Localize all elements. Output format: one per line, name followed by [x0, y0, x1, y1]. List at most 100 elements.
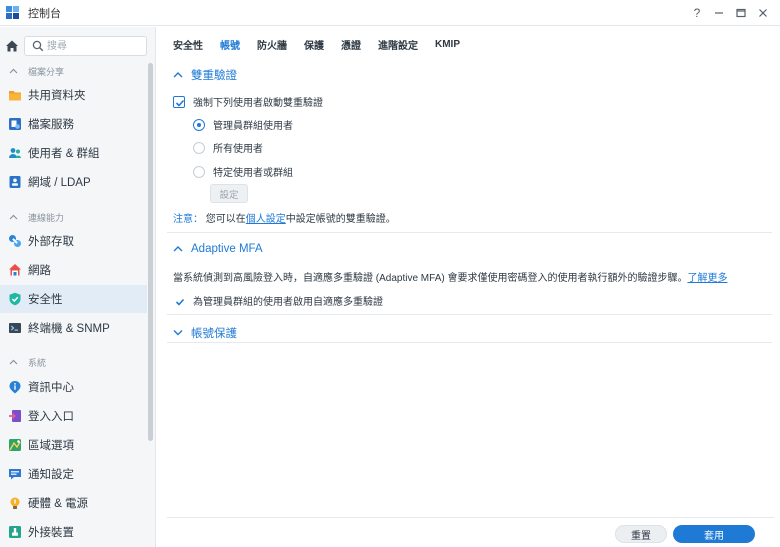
chevron-up-icon: [173, 244, 185, 255]
radio-button[interactable]: [193, 141, 205, 154]
section-divider: [167, 232, 772, 233]
personal-settings-link[interactable]: 個人設定: [246, 214, 286, 225]
sidebar-item-label: 外接裝置: [28, 527, 74, 539]
group-file-sharing[interactable]: 檔案分享: [0, 63, 150, 79]
radio-specific-users[interactable]: 特定使用者或群組: [193, 164, 293, 179]
section-title: 帳號保護: [191, 328, 237, 340]
external-access-icon: [8, 234, 22, 248]
sidebar-item-network[interactable]: 網路: [0, 256, 147, 284]
radio-label: 所有使用者: [213, 144, 263, 155]
group-system[interactable]: 系統: [0, 354, 150, 370]
tab-security[interactable]: 安全性: [173, 37, 203, 52]
regional-icon: [8, 438, 22, 452]
chevron-up-icon: [9, 212, 19, 222]
terminal-icon: [8, 321, 22, 335]
chevron-up-icon: [9, 357, 19, 367]
maximize-button[interactable]: [730, 2, 752, 24]
apply-button[interactable]: 套用: [673, 525, 755, 543]
note-text: 您可以在: [205, 214, 246, 225]
sidebar-item-label: 登入入口: [28, 411, 74, 423]
sidebar-item-login-portal[interactable]: 登入入口: [0, 402, 147, 430]
tab-account[interactable]: 帳號: [220, 37, 240, 52]
sidebar-item-file-services[interactable]: 檔案服務: [0, 110, 147, 138]
file-services-icon: [8, 117, 22, 131]
tab-certificate[interactable]: 憑證: [341, 37, 361, 52]
enforce-2fa-checkbox[interactable]: [173, 95, 185, 108]
search-box: [24, 36, 147, 56]
section-header-2fa[interactable]: 雙重驗證: [173, 67, 237, 83]
sidebar-item-label: 通知設定: [28, 469, 74, 481]
sidebar-item-label: 網路: [28, 265, 51, 277]
folder-icon: [8, 88, 22, 102]
main-content: 安全性 帳號 防火牆 保護 憑證 進階設定 KMIP 雙重驗證 強制下列使用者啟…: [157, 27, 780, 547]
sidebar-item-external-devices[interactable]: 外接裝置: [0, 518, 147, 546]
section-divider: [167, 314, 772, 315]
close-button[interactable]: [752, 2, 774, 24]
adaptive-mfa-description: 當系統偵測到高風險登入時，自適應多重驗證 (Adaptive MFA) 會要求僅…: [173, 269, 727, 284]
help-button[interactable]: ?: [686, 2, 708, 24]
section-header-adaptive-mfa[interactable]: Adaptive MFA: [173, 243, 263, 255]
chevron-down-icon: [173, 328, 185, 339]
sidebar-item-label: 網域 / LDAP: [28, 177, 91, 189]
sidebar-item-notification[interactable]: 通知設定: [0, 460, 147, 488]
group-label: 檔案分享: [28, 66, 65, 77]
title-bar: 控制台 ?: [0, 0, 780, 26]
radio-button[interactable]: [193, 165, 205, 178]
sidebar-item-info-center[interactable]: 資訊中心: [0, 373, 147, 401]
radio-all-users[interactable]: 所有使用者: [193, 140, 263, 155]
sidebar-item-terminal-snmp[interactable]: 終端機 & SNMP: [0, 314, 147, 342]
external-device-icon: [8, 525, 22, 539]
sidebar-item-users-groups[interactable]: 使用者 & 群組: [0, 139, 147, 167]
notification-icon: [8, 467, 22, 481]
radio-admin-group[interactable]: 管理員群組使用者: [193, 117, 293, 132]
reset-button[interactable]: 重置: [615, 525, 667, 543]
login-portal-icon: [8, 409, 22, 423]
shield-icon: [8, 292, 22, 306]
tab-firewall[interactable]: 防火牆: [257, 37, 287, 52]
sidebar-item-label: 區域選項: [28, 440, 74, 452]
window-title: 控制台: [28, 7, 61, 20]
sidebar-item-security[interactable]: 安全性: [0, 285, 147, 313]
learn-more-link[interactable]: 了解更多: [687, 273, 727, 284]
note-text: 中設定帳號的雙重驗證。: [285, 214, 396, 225]
tab-advanced[interactable]: 進階設定: [378, 37, 418, 52]
enable-adaptive-mfa-label: 為管理員群組的使用者啟用自適應多重驗證: [193, 297, 383, 308]
enable-adaptive-mfa-checkbox[interactable]: [173, 294, 185, 307]
sidebar-item-regional-options[interactable]: 區域選項: [0, 431, 147, 459]
sidebar-item-label: 外部存取: [28, 236, 74, 248]
group-connectivity[interactable]: 連線能力: [0, 209, 150, 225]
search-icon: [32, 40, 44, 52]
enforce-2fa-row[interactable]: 強制下列使用者啟動雙重驗證: [173, 94, 323, 109]
sidebar-item-hardware-power[interactable]: 硬體 & 電源: [0, 489, 147, 517]
section-title: Adaptive MFA: [191, 243, 263, 255]
sidebar-scrollbar[interactable]: [148, 63, 153, 441]
minimize-button[interactable]: [708, 2, 730, 24]
domain-icon: [8, 175, 22, 189]
section-header-account-protection[interactable]: 帳號保護: [173, 325, 237, 341]
tab-bar: 安全性 帳號 防火牆 保護 憑證 進階設定 KMIP: [157, 27, 780, 61]
sidebar-item-label: 檔案服務: [28, 119, 74, 131]
tab-kmip[interactable]: KMIP: [435, 39, 460, 50]
group-label: 連線能力: [28, 212, 65, 223]
sidebar-item-shared-folder[interactable]: 共用資料夾: [0, 81, 147, 109]
section-title: 雙重驗證: [191, 70, 237, 82]
hardware-icon: [8, 496, 22, 510]
home-icon: [6, 40, 18, 52]
note-label: 注意：: [173, 214, 203, 225]
footer-divider: [167, 517, 774, 518]
sidebar-item-domain-ldap[interactable]: 網域 / LDAP: [0, 168, 147, 196]
search-input[interactable]: [47, 39, 142, 53]
radio-label: 管理員群組使用者: [213, 121, 293, 132]
enable-adaptive-mfa-row[interactable]: 為管理員群組的使用者啟用自適應多重驗證: [173, 293, 383, 308]
sidebar-item-external-access[interactable]: 外部存取: [0, 227, 147, 255]
radio-button[interactable]: [193, 118, 205, 131]
home-button[interactable]: [3, 37, 21, 55]
tab-protection[interactable]: 保護: [304, 37, 324, 52]
settings-button[interactable]: 設定: [210, 184, 248, 203]
sidebar-item-label: 硬體 & 電源: [28, 498, 89, 510]
description-text: 當系統偵測到高風險登入時，自適應多重驗證 (Adaptive MFA) 會要求僅…: [173, 273, 688, 284]
sidebar-item-label: 終端機 & SNMP: [28, 323, 110, 335]
group-label: 系統: [28, 357, 47, 368]
sidebar-item-label: 安全性: [28, 294, 63, 306]
enforce-2fa-label: 強制下列使用者啟動雙重驗證: [193, 98, 323, 109]
